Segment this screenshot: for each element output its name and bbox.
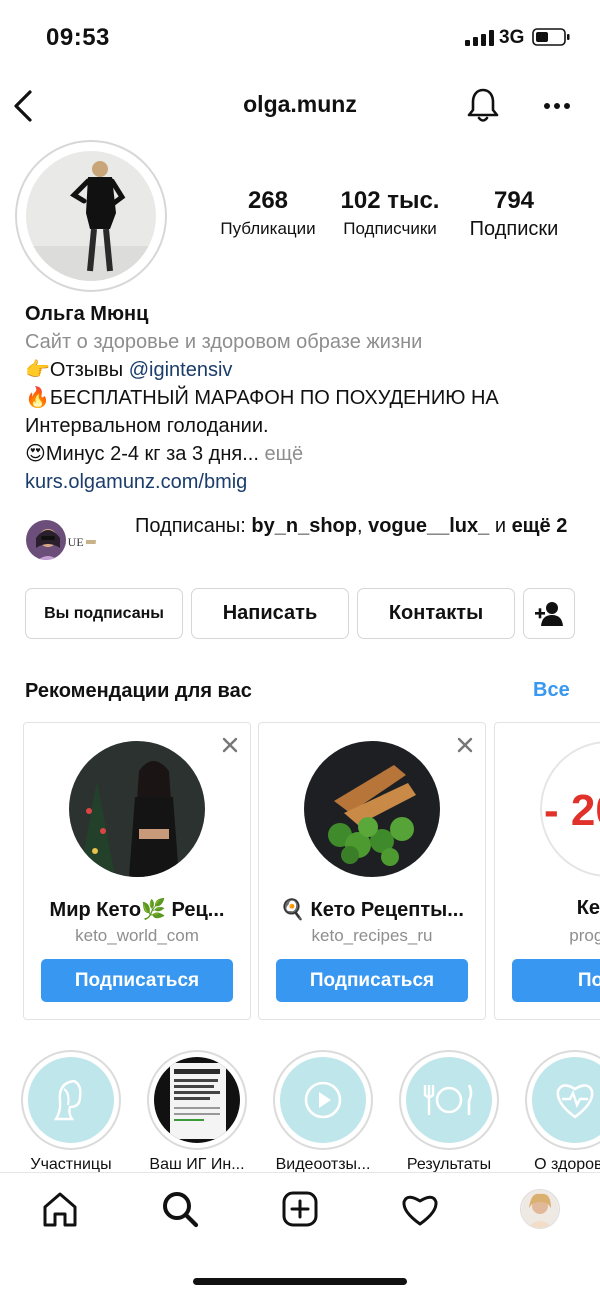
- following-button[interactable]: Вы подписаны: [25, 588, 183, 639]
- bio-more-link[interactable]: ещё: [259, 443, 303, 465]
- mention-link[interactable]: @igintensiv: [129, 359, 233, 381]
- username-title: olga.munz: [243, 91, 357, 117]
- recommendation-badge: - 20: [544, 786, 600, 835]
- status-bar: 09:53 3G: [0, 0, 600, 76]
- profile-header: olga.munz: [0, 76, 600, 138]
- recommendation-card[interactable]: Мир Кето🌿 Рец... keto_world_com Подписат…: [23, 722, 251, 1020]
- battery-icon: [532, 28, 570, 46]
- heart-pulse-icon: [556, 1084, 594, 1119]
- contacts-button[interactable]: Контакты: [357, 588, 515, 639]
- follow-button[interactable]: Подписаться: [41, 959, 233, 1002]
- highlight-label: Ваш ИГ Ин...: [149, 1156, 245, 1172]
- recommendation-card[interactable]: 🍳 Кето Рецепты... keto_recipes_ru Подпис…: [258, 722, 486, 1020]
- recommendation-username: keto_recipes_ru: [311, 926, 433, 945]
- recommendation-username: keto_world_com: [75, 926, 199, 945]
- bio-reviews-text: Отзывы: [49, 359, 129, 381]
- followed-more[interactable]: ещё 2: [512, 515, 568, 537]
- follow-button[interactable]: Подписаться: [276, 959, 468, 1002]
- recommendation-avatar[interactable]: [69, 741, 205, 877]
- home-icon[interactable]: [40, 1189, 80, 1229]
- followed-user-2[interactable]: vogue__lux_: [368, 515, 489, 537]
- bottom-tab-bar: [0, 1172, 600, 1297]
- stat-followers-count: 102 тыс.: [340, 187, 440, 214]
- recommendation-avatar[interactable]: [304, 741, 440, 877]
- story-highlights[interactable]: Участницы Ваш ИГ Ин... Видеоотзы... Резу…: [0, 1050, 600, 1172]
- followed-and: и: [489, 515, 512, 537]
- recommendation-name[interactable]: Мир Кето🌿 Рец...: [24, 897, 250, 922]
- home-indicator: [193, 1278, 407, 1285]
- stat-followers[interactable]: 102 тыс. Подписчики: [330, 186, 450, 242]
- highlight-label: О здоров...: [534, 1156, 600, 1172]
- followed-user-1[interactable]: by_n_shop: [251, 515, 357, 537]
- more-options-icon[interactable]: [542, 96, 572, 116]
- search-icon[interactable]: [160, 1189, 200, 1229]
- stat-following-label: Подписки: [469, 218, 559, 240]
- profile-avatar[interactable]: [15, 140, 167, 292]
- bio-line-marathon: 🔥БЕСПЛАТНЫЙ МАРАФОН ПО ПОХУДЕНИЮ НА Инте…: [25, 384, 585, 440]
- profile-tab-avatar[interactable]: [520, 1189, 560, 1229]
- stat-posts-count: 268: [247, 187, 289, 214]
- recommendations-title: Рекомендации для вас: [25, 680, 252, 702]
- recommendation-name[interactable]: Кето р: [495, 897, 600, 920]
- followed-sep: ,: [356, 515, 369, 537]
- see-all-link[interactable]: Все: [533, 679, 570, 702]
- followed-by-prefix: Подписаны:: [135, 515, 252, 537]
- highlight-label: Видеоотзы...: [275, 1156, 371, 1172]
- recommendation-username: programm: [569, 926, 600, 945]
- follower-avatar-1: [24, 518, 68, 562]
- followed-by-text: Подписаны: by_n_shop, vogue__lux_ и ещё …: [135, 512, 585, 540]
- highlight-item[interactable]: Участницы: [19, 1050, 123, 1172]
- category-label: Сайт о здоровье и здоровом образе жизни: [25, 331, 423, 353]
- signal-icon: [465, 30, 494, 46]
- stat-posts[interactable]: 268 Публикации: [205, 186, 331, 242]
- pointing-hand-emoji: 👉: [25, 359, 50, 381]
- suggest-people-button[interactable]: [523, 588, 575, 639]
- recommendation-card[interactable]: - 20 Кето р programm Подпи: [494, 722, 600, 1020]
- website-link[interactable]: kurs.olgamunz.com/bmig: [25, 468, 585, 496]
- message-button[interactable]: Написать: [191, 588, 349, 639]
- bio-line-reviews: 👉Отзывы @igintensiv: [25, 356, 585, 384]
- bio-minus-text: Минус 2-4 кг за 3 дня...: [45, 443, 259, 465]
- highlight-label: Участницы: [30, 1156, 112, 1172]
- bio-line-minus: 😍Минус 2-4 кг за 3 дня... ещё: [25, 440, 585, 468]
- profile-bio: Ольга Мюнц Сайт о здоровье и здоровом об…: [25, 300, 585, 496]
- bio-marathon-text: БЕСПЛАТНЫЙ МАРАФОН ПО ПОХУДЕНИЮ НА Интер…: [25, 387, 499, 437]
- followed-by-row[interactable]: GUE Подписаны: by_n_shop, vogue__lux_ и …: [24, 512, 584, 572]
- document-thumbnail: [170, 1063, 226, 1139]
- status-time: 09:53: [46, 24, 110, 51]
- highlight-label: Результаты: [406, 1156, 492, 1172]
- recommendation-name[interactable]: 🍳 Кето Рецепты...: [259, 897, 485, 922]
- dismiss-icon[interactable]: [455, 735, 475, 755]
- add-user-icon: [535, 601, 563, 626]
- recommendations-carousel[interactable]: Мир Кето🌿 Рец... keto_world_com Подписат…: [0, 722, 600, 1022]
- stat-posts-label: Публикации: [220, 219, 316, 238]
- bell-icon[interactable]: [466, 86, 500, 124]
- highlight-item[interactable]: Видеоотзы...: [271, 1050, 375, 1172]
- heart-eyes-emoji: 😍: [25, 443, 46, 465]
- play-icon: [304, 1081, 342, 1119]
- woman-silhouette-icon: [53, 1079, 82, 1121]
- highlight-item[interactable]: О здоров...: [523, 1050, 600, 1172]
- stat-following-count: 794: [493, 187, 535, 214]
- heart-icon[interactable]: [400, 1189, 440, 1229]
- full-name: Ольга Мюнц: [25, 303, 149, 325]
- recommendation-avatar[interactable]: - 20: [540, 741, 600, 877]
- dismiss-icon[interactable]: [220, 735, 240, 755]
- network-label: 3G: [499, 27, 525, 48]
- highlight-item[interactable]: Результаты: [397, 1050, 501, 1172]
- stat-followers-label: Подписчики: [343, 219, 437, 238]
- avatar-photo: [26, 151, 156, 281]
- new-post-icon[interactable]: [280, 1189, 320, 1229]
- follow-button[interactable]: Подпи: [512, 959, 600, 1002]
- plate-cutlery-icon: [423, 1084, 473, 1115]
- stat-following[interactable]: 794 Подписки: [458, 186, 570, 242]
- fire-emoji: 🔥: [25, 387, 50, 409]
- highlight-item[interactable]: Ваш ИГ Ин...: [145, 1050, 249, 1172]
